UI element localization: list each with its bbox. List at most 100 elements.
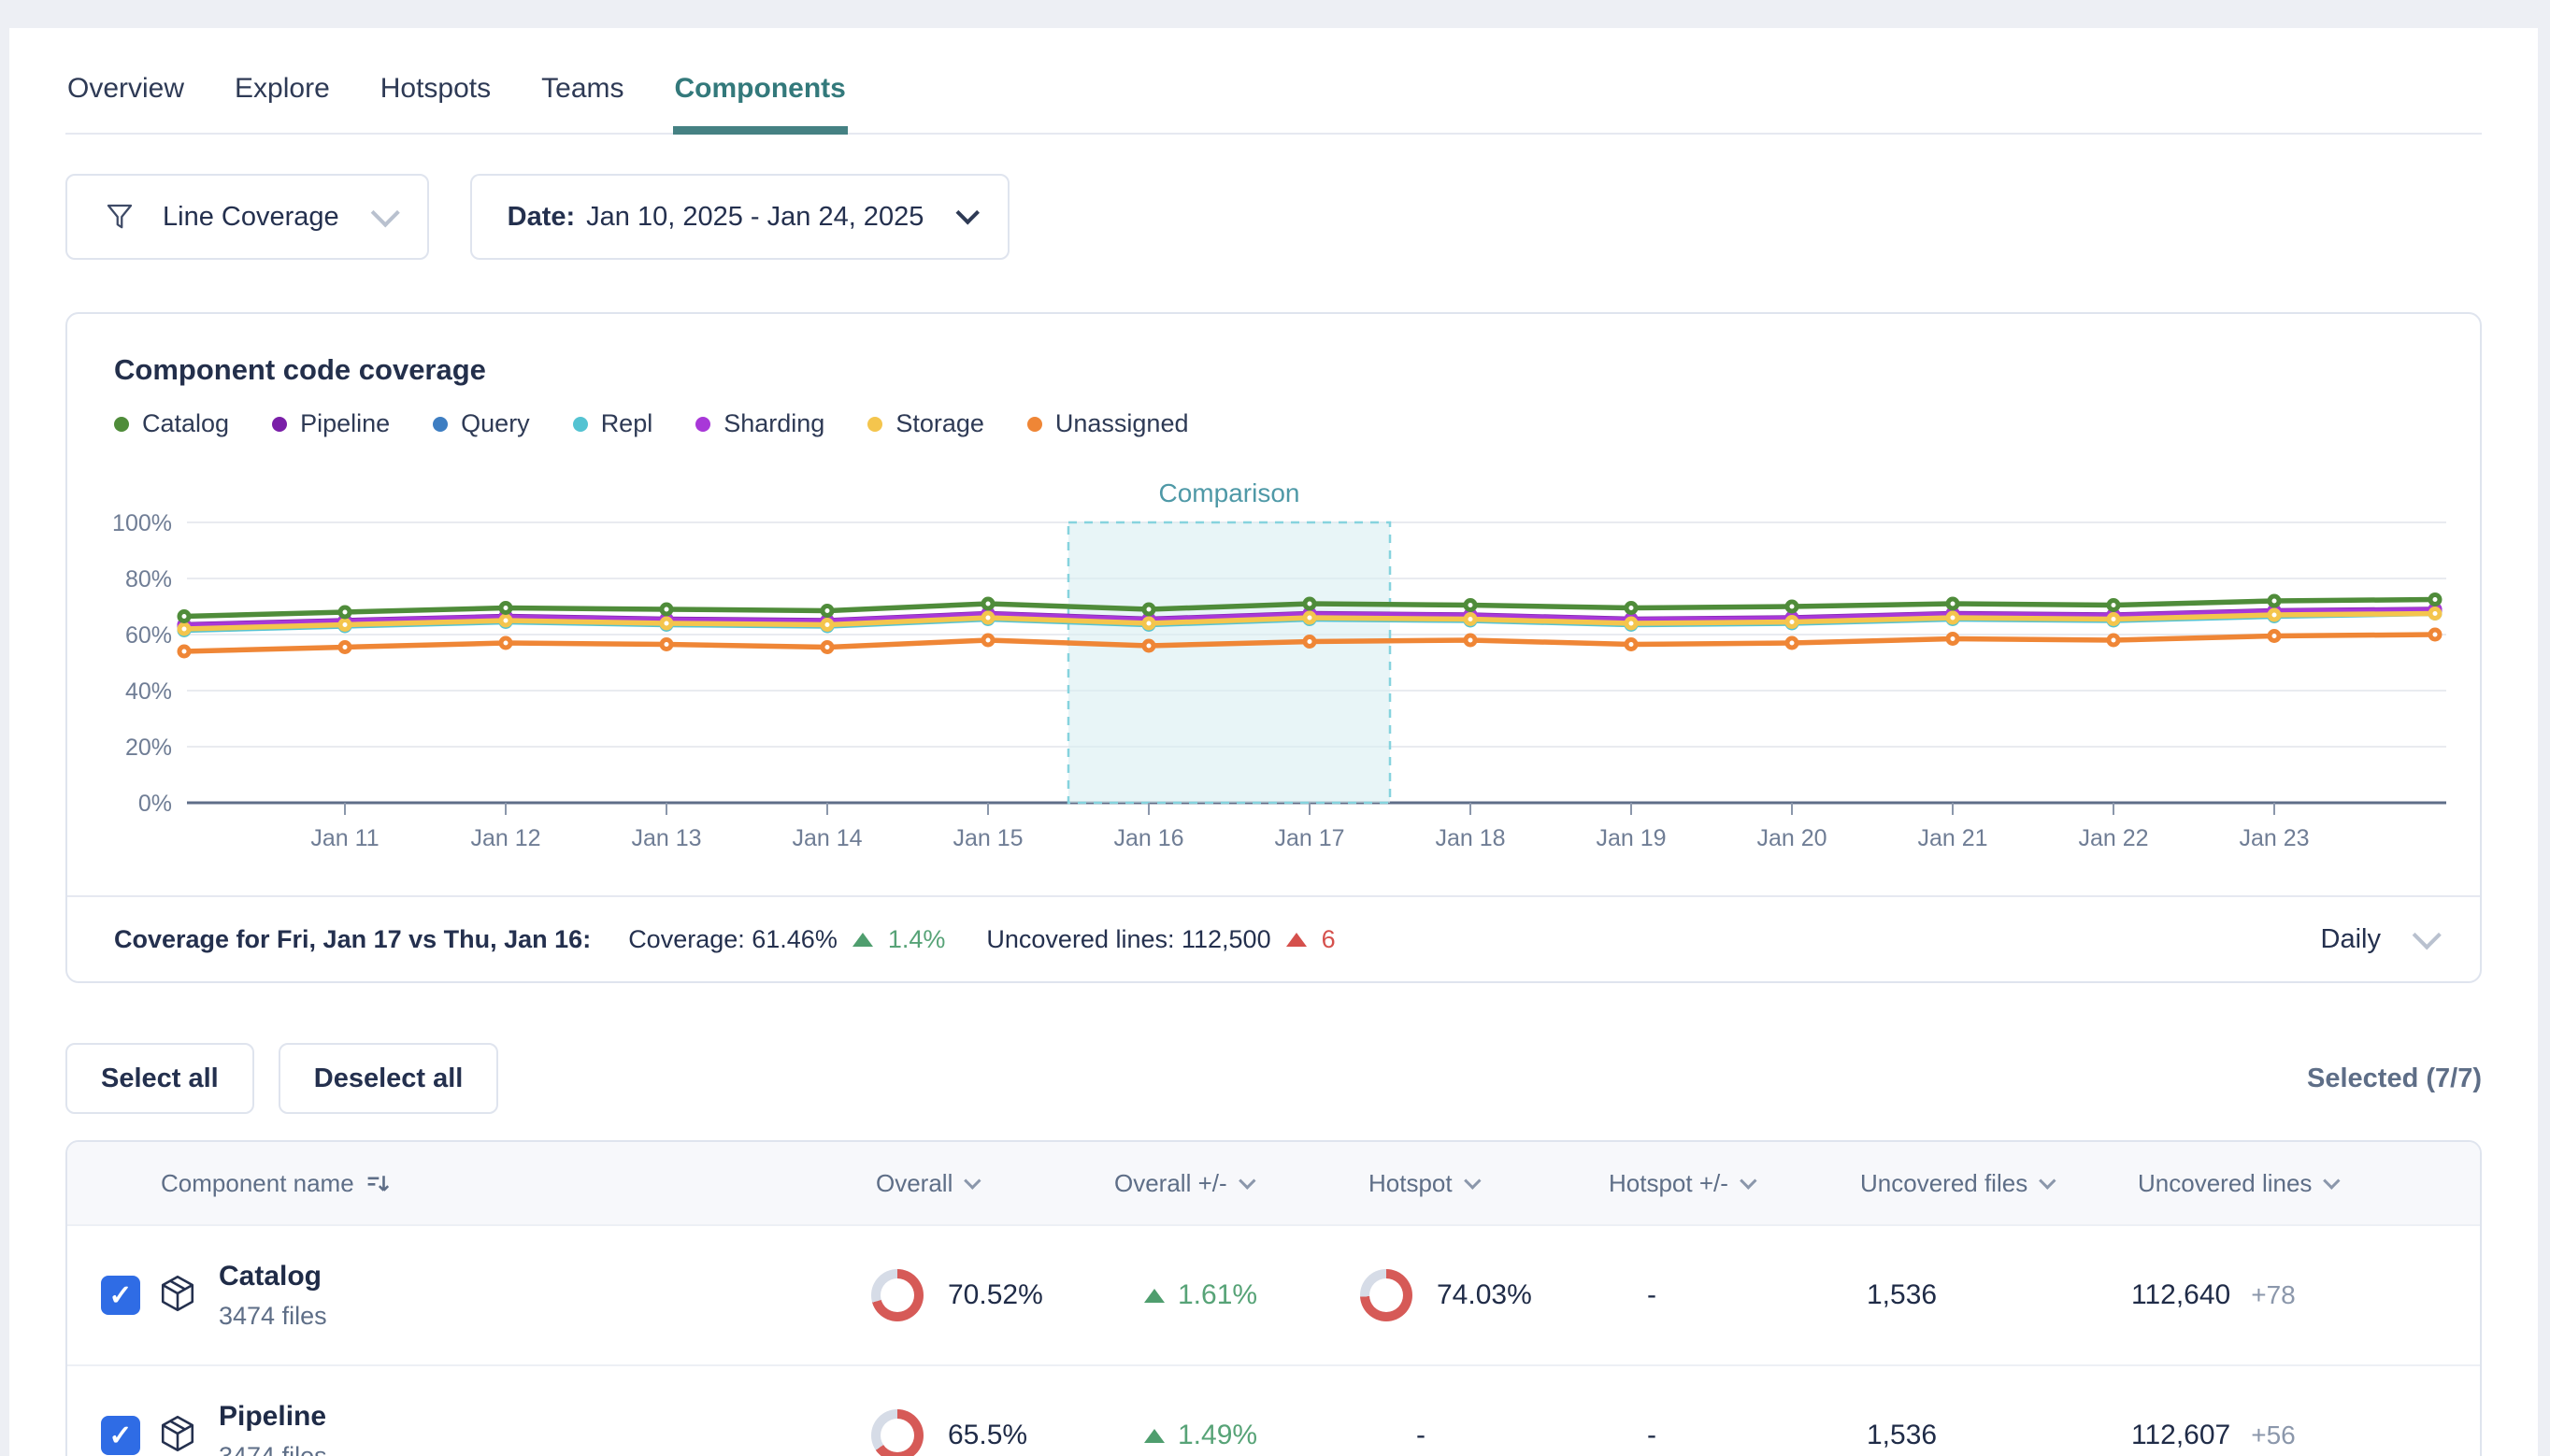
selection-toolbar: Select all Deselect all Selected (7/7) [65,1043,2482,1114]
legend-label: Repl [601,409,653,438]
hotspot-cell: - [1301,1366,1535,1456]
package-icon [157,1273,198,1319]
metric-filter-dropdown[interactable]: Line Coverage [65,174,429,260]
column-header-component-name[interactable]: Component name [67,1142,796,1224]
coverage-donut-icon [871,1269,924,1321]
tab-teams[interactable]: Teams [539,54,625,133]
legend-dot-icon [695,417,710,432]
uncovered-lines-delta: +56 [2251,1420,2296,1450]
component-name: Catalog [219,1261,327,1292]
overall-cell: 70.52% [796,1226,1039,1364]
tab-overview[interactable]: Overview [65,54,186,133]
legend-dot-icon [433,417,448,432]
up-arrow-icon [1144,1289,1165,1303]
column-header-overall[interactable]: Overall [796,1142,1039,1224]
table-row-pipeline[interactable]: ✓Pipeline3474 files65.5%1.49%--1,536112,… [67,1364,2480,1456]
overall-delta-cell: 1.61% [1039,1226,1301,1364]
date-filter-dropdown[interactable]: Date: Jan 10, 2025 - Jan 24, 2025 [470,174,1010,260]
uncovered-files-value: 1,536 [1867,1420,1937,1451]
tab-components[interactable]: Components [673,54,848,133]
svg-text:Jan 11: Jan 11 [310,825,379,851]
table-body: ✓ Catalog 3474 files 70.52% 1.61% 74.03% - 1,53… [67,1224,2480,1456]
uncovered-lines-value: Uncovered lines: 112,500 [986,925,1270,954]
column-header-overall-[interactable]: Overall +/- [1039,1142,1301,1224]
filter-row: Line Coverage Date: Jan 10, 2025 - Jan 2… [65,174,2482,260]
legend-dot-icon [1027,417,1042,432]
svg-text:Jan 21: Jan 21 [1917,825,1987,851]
svg-text:Jan 22: Jan 22 [2078,825,2148,851]
hotspot-delta-value: - [1647,1279,1656,1311]
legend-item-catalog[interactable]: Catalog [114,409,229,438]
table-row-catalog[interactable]: ✓ Catalog 3474 files 70.52% 1.61% 74.03% - 1,53… [67,1224,2480,1364]
svg-text:Comparison: Comparison [1159,478,1300,507]
hotspot-cell: 74.03% [1301,1226,1535,1364]
column-header-hotspot-[interactable]: Hotspot +/- [1535,1142,1778,1224]
svg-text:100%: 100% [112,510,172,536]
table-header-row: Component name Overall Overall +/- Hotspot H… [67,1142,2480,1224]
svg-text:Jan 20: Jan 20 [1756,825,1827,851]
tab-hotspots[interactable]: Hotspots [379,54,493,133]
select-all-button[interactable]: Select all [65,1043,254,1114]
date-filter-value: Jan 10, 2025 - Jan 24, 2025 [586,202,924,233]
deselect-all-button[interactable]: Deselect all [279,1043,499,1114]
tab-explore[interactable]: Explore [233,54,332,133]
row-checkbox[interactable]: ✓ [101,1276,140,1315]
chart-legend: Catalog Pipeline Query Repl Sharding Storage U… [114,409,2433,438]
svg-text:Jan 17: Jan 17 [1274,825,1344,851]
legend-label: Storage [895,409,984,438]
svg-text:Jan 16: Jan 16 [1113,825,1183,851]
svg-text:Jan 12: Jan 12 [470,825,540,851]
hotspot-value: - [1360,1420,1425,1451]
svg-text:20%: 20% [125,735,172,761]
column-header-hotspot[interactable]: Hotspot [1301,1142,1535,1224]
legend-label: Query [461,409,530,438]
legend-item-sharding[interactable]: Sharding [695,409,824,438]
overall-delta-value: 1.61% [1178,1279,1257,1311]
svg-text:0%: 0% [138,791,172,817]
row-checkbox[interactable]: ✓ [101,1416,140,1455]
column-header-uncovered-lines[interactable]: Uncovered lines [2058,1142,2480,1224]
sort-chevron-icon [1464,1172,1481,1189]
column-header-label: Hotspot [1368,1169,1453,1198]
top-tab-bar: Overview Explore Hotspots Teams Components [65,28,2482,135]
sort-chevron-icon [1239,1172,1255,1189]
legend-item-repl[interactable]: Repl [573,409,653,438]
uncovered-files-value: 1,536 [1867,1279,1937,1311]
coverage-up-arrow-icon [852,933,873,947]
date-filter-prefix: Date: [508,202,576,233]
svg-text:Jan 13: Jan 13 [631,825,701,851]
package-icon [157,1413,198,1456]
chevron-down-icon [370,198,399,227]
overall-value: 70.52% [948,1279,1043,1311]
column-header-uncovered-files[interactable]: Uncovered files [1778,1142,2058,1224]
legend-dot-icon [272,417,287,432]
legend-label: Sharding [723,409,824,438]
selected-count-label: Selected (7/7) [2307,1063,2482,1094]
comparison-summary-label: Coverage for Fri, Jan 17 vs Thu, Jan 16: [114,925,591,954]
legend-item-query[interactable]: Query [433,409,530,438]
sort-chevron-icon [1740,1172,1756,1189]
coverage-value: Coverage: 61.46% [628,925,838,954]
component-file-count: 3474 files [219,1302,327,1331]
uncovered-lines-cell: 112,607+56 [2058,1366,2480,1456]
coverage-delta: 1.4% [888,925,946,954]
uncovered-lines-delta: +78 [2251,1280,2296,1310]
hotspot-value: 74.03% [1437,1279,1532,1311]
chart-title: Component code coverage [114,353,2433,387]
overall-value: 65.5% [948,1420,1027,1451]
legend-item-storage[interactable]: Storage [867,409,984,438]
column-header-label: Uncovered lines [2138,1169,2312,1198]
chart-svg: 0%20%40%60%80%100%ComparisonJan 11Jan 12… [105,466,2460,874]
coverage-chart-card: Component code coverage Catalog Pipeline Q… [65,312,2482,983]
uncovered-files-cell: 1,536 [1778,1366,2058,1456]
legend-item-unassigned[interactable]: Unassigned [1027,409,1189,438]
granularity-dropdown[interactable]: Daily [2321,924,2433,955]
uncovered-files-cell: 1,536 [1778,1226,2058,1364]
svg-text:Jan 15: Jan 15 [953,825,1023,851]
legend-item-pipeline[interactable]: Pipeline [272,409,390,438]
up-arrow-icon [1144,1429,1165,1443]
column-header-label: Overall [876,1169,953,1198]
uncovered-lines-value: 112,640 [2131,1279,2230,1311]
metric-filter-label: Line Coverage [163,202,339,233]
overall-delta-value: 1.49% [1178,1420,1257,1451]
